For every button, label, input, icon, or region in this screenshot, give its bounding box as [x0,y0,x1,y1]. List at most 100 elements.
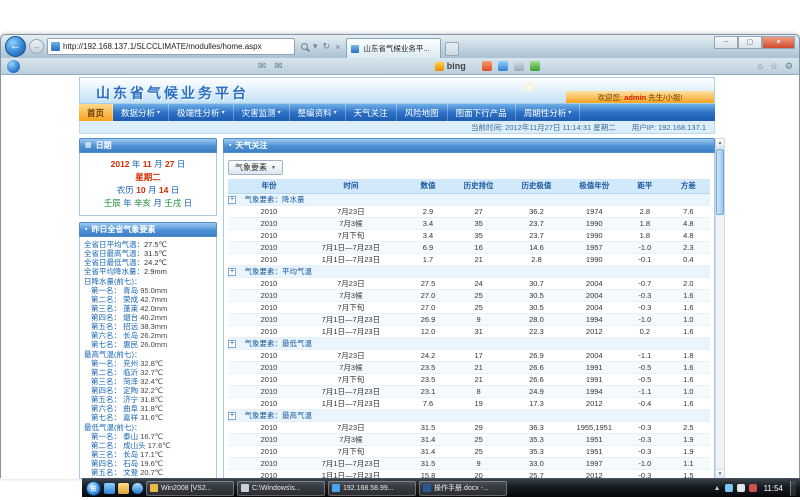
taskbar-button[interactable]: C:\Windows\s... [237,481,325,496]
toolbar-icon[interactable] [530,61,540,71]
new-tab-button[interactable] [445,42,459,56]
ranking-item[interactable]: 第五名： 招远 38.3mm [84,322,212,331]
table-row[interactable]: 20107月23日31.52936.31955,1951-0.32.5 [228,421,710,433]
expand-icon[interactable]: + [228,268,236,276]
bing-logo[interactable]: bing [435,61,466,71]
section-header-row[interactable]: +气象要素：最低气温 [228,337,710,349]
table-row[interactable]: 20107月下旬3.43523.719901.84.8 [228,229,710,241]
table-row[interactable]: 20107月1日—7月23日23.1824.91994-1.11.0 [228,385,710,397]
ranking-item[interactable]: 第六名： 曲阜 31.8℃ [84,404,212,413]
table-row[interactable]: 20101月1日—7月23日12.03122.320120.21.6 [228,325,710,337]
table-row[interactable]: 20107月下旬31.42535.31951-0.31.9 [228,445,710,457]
ranking-item[interactable]: 第四名： 烟台 40.2mm [84,313,212,322]
table-row[interactable]: 20107月1日—7月23日6.91614.61957-1.02.3 [228,241,710,253]
browser-tab[interactable]: 山东省气候业务平... [346,38,441,58]
nav-item[interactable]: 首页 [79,104,113,121]
address-bar[interactable]: http://192.168.137.1/SLCCLIMATE/modulles… [47,38,295,55]
forward-button[interactable]: → [29,39,44,54]
section-header-row[interactable]: +气象要素：最高气温 [228,409,710,421]
taskbar-button[interactable]: 操作手册.docx -... [419,481,507,496]
ranking-item[interactable]: 第三名： 蓬莱 42.0mm [84,304,212,313]
nav-item[interactable]: 整编资料▾ [290,104,346,121]
table-row[interactable]: 20107月23日2.92736.219742.87.6 [228,205,710,217]
toolbar-icon[interactable] [498,61,508,71]
volume-icon[interactable] [737,484,745,492]
scroll-down-arrow[interactable]: ▼ [716,469,724,478]
nav-item[interactable]: 周期性分析▾ [516,104,581,121]
refresh-icon[interactable]: ↻ [323,41,331,52]
table-row[interactable]: 20107月1日—7月23日31.5933.01997-1.01.1 [228,457,710,469]
maximize-button[interactable]: ▢ [738,36,762,49]
ranking-item[interactable]: 第三名： 长岛 17.1℃ [84,450,212,459]
search-icon[interactable] [301,43,308,50]
table-row[interactable]: 20107月3候3.43523.719901.84.8 [228,217,710,229]
ranking-item[interactable]: 第一名： 泰山 16.7℃ [84,432,212,441]
mail-icon[interactable]: ✉ [274,58,282,75]
home-icon[interactable]: ⌂ [757,61,762,71]
quick-launch-icon[interactable] [104,483,115,494]
table-row[interactable]: 20101月1日—7月23日1.7212.81990-0.10.4 [228,253,710,265]
taskbar-button[interactable]: 192.168.58.99... [328,481,416,496]
date-line: 壬辰 年 辛亥 月 壬戌 日 [82,197,214,210]
network-icon[interactable] [725,484,733,492]
nav-item[interactable]: 风险地图 [397,104,448,121]
nav-item[interactable]: 数据分析▾ [113,104,169,121]
clock[interactable]: 11:54 [761,484,786,493]
expand-icon[interactable]: + [228,196,236,204]
ranking-item[interactable]: 第一名： 青岛 95.0mm [84,286,212,295]
table-row[interactable]: 20107月下旬27.02530.52004-0.31.6 [228,301,710,313]
start-button[interactable]: ⊞ [86,481,101,496]
page-scrollbar[interactable]: ▲ ▼ [715,138,725,479]
browser-logo-icon[interactable] [7,60,20,73]
ranking-item[interactable]: 第七名： 惠民 26.0mm [84,340,212,349]
gear-icon[interactable]: ⚙ [785,61,793,72]
flag-icon[interactable] [749,484,757,492]
table-row[interactable]: 20107月23日27.52430.72004-0.72.0 [228,277,710,289]
chevron-down-icon[interactable]: ▾ [313,41,318,52]
folder-icon[interactable] [118,483,129,494]
table-row[interactable]: 20107月下旬23.52126.61991-0.51.6 [228,373,710,385]
section-header-row[interactable]: +气象要素：降水量 [228,193,710,205]
ranking-item[interactable]: 第四名： 定陶 32.2℃ [84,386,212,395]
toolbar-icon[interactable] [514,61,524,71]
ranking-item[interactable]: 第五名： 济宁 31.8℃ [84,395,212,404]
nav-item[interactable]: 图面下行产品 [448,104,516,121]
close-button[interactable]: × [762,36,795,49]
table-row[interactable]: 20101月1日—7月23日7.61917.32012-0.41.6 [228,397,710,409]
table-row[interactable]: 20107月23日24.21726.92004-1.11.8 [228,349,710,361]
ranking-item[interactable]: 第三名： 菏泽 32.4℃ [84,377,212,386]
nav-item[interactable]: 天气关注 [346,104,397,121]
ranking-item[interactable]: 第一名： 兖州 32.8℃ [84,359,212,368]
ranking-item[interactable]: 第六名： 长岛 26.2mm [84,331,212,340]
expand-icon[interactable]: + [228,412,236,420]
ranking-item[interactable]: 第二名： 成山头 17.6℃ [84,441,212,450]
table-cell: 29 [450,421,508,433]
ranking-item[interactable]: 第五名： 文登 20.7℃ [84,468,212,477]
minimize-button[interactable]: ─ [714,36,738,49]
url-text[interactable]: http://192.168.137.1/SLCCLIMATE/modulles… [63,42,291,51]
scroll-up-arrow[interactable]: ▲ [716,139,724,148]
expand-icon[interactable]: + [228,340,236,348]
element-filter-button[interactable]: 气象要素 ▼ [228,160,283,175]
ie-icon[interactable] [132,483,143,494]
nav-item[interactable]: 极端性分析▾ [169,104,234,121]
table-row[interactable]: 20107月3候31.42535.31951-0.31.9 [228,433,710,445]
star-icon[interactable]: ☆ [770,61,778,72]
table-row[interactable]: 20107月3候27.02530.52004-0.31.6 [228,289,710,301]
show-desktop-button[interactable] [790,481,796,496]
ranking-item[interactable]: 第四名： 石岛 19.6℃ [84,459,212,468]
taskbar-button[interactable]: Win2008 [VS2... [146,481,234,496]
section-header-row[interactable]: +气象要素：平均气温 [228,265,710,277]
toolbar-icon[interactable] [482,61,492,71]
scrollbar-thumb[interactable] [716,149,724,215]
stop-icon[interactable]: × [335,42,340,52]
table-row[interactable]: 20107月3候23.52126.61991-0.51.6 [228,361,710,373]
tray-expand-icon[interactable]: ▲ [714,485,721,492]
mail-icon[interactable]: ✉ [258,58,266,75]
nav-item[interactable]: 灾害监测▾ [234,104,290,121]
ranking-item[interactable]: 第二名： 荣成 42.7mm [84,295,212,304]
ranking-item[interactable]: 第七名： 嘉祥 31.6℃ [84,413,212,422]
back-button[interactable]: ← [5,36,26,57]
ranking-item[interactable]: 第二名： 临沂 32.7℃ [84,368,212,377]
table-row[interactable]: 20107月1日—7月23日26.9928.01994-1.01.0 [228,313,710,325]
